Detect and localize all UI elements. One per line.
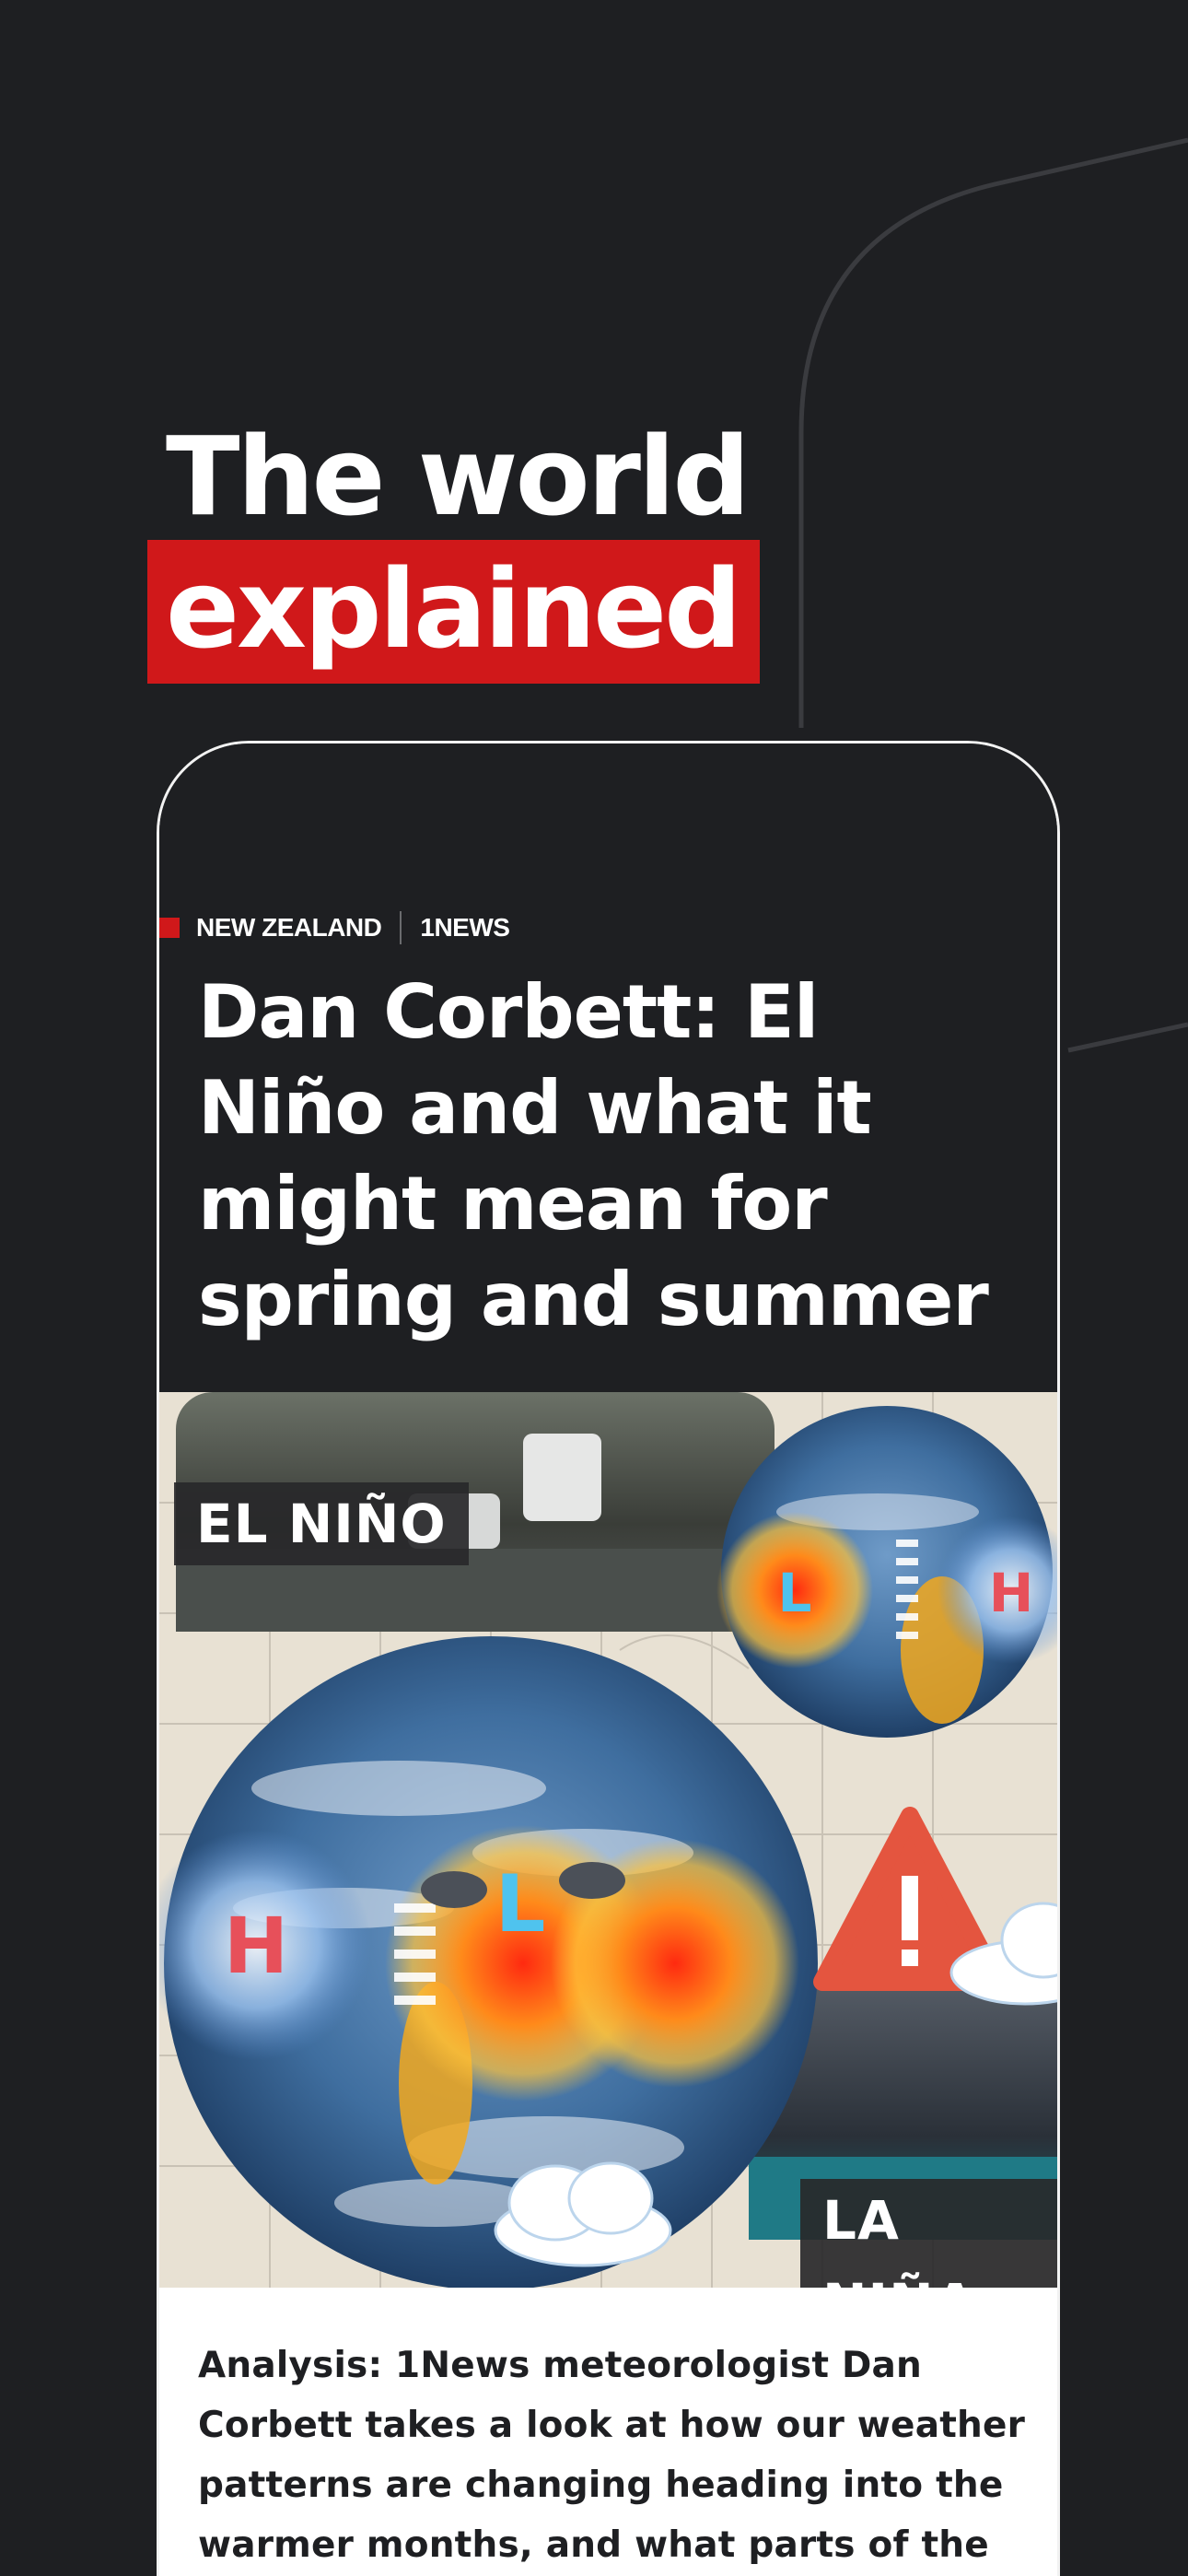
article-header: NEW ZEALAND 1NEWS Dan Corbett: El Niño a… xyxy=(159,744,1057,1392)
promo-headline: The world explained xyxy=(147,416,760,684)
article-hero-image[interactable]: H L L H EL NIÑO LA xyxy=(159,1392,1057,2345)
headline-line-1: The world xyxy=(166,413,751,540)
article-summary: Analysis: 1News meteorologist Dan Corbet… xyxy=(198,2345,1026,2566)
headline-line-2-highlight: explained xyxy=(147,540,760,684)
article-summary-area: Analysis: 1News meteorologist Dan Corbet… xyxy=(159,2288,1057,2576)
cloud-icon xyxy=(494,2161,672,2267)
article-tagline: NEW ZEALAND 1NEWS xyxy=(159,909,510,946)
source-label: 1NEWS xyxy=(420,913,510,942)
high-pressure-symbol: H xyxy=(224,1901,288,1991)
svg-text:L: L xyxy=(778,1562,812,1624)
svg-text:H: H xyxy=(989,1562,1034,1624)
phone-frame: NEW ZEALAND 1NEWS Dan Corbett: El Niño a… xyxy=(157,741,1060,2576)
article-title: Dan Corbett: El Niño and what it might m… xyxy=(198,969,989,1342)
el-nino-label: EL NIÑO xyxy=(174,1482,469,1565)
category-link[interactable]: NEW ZEALAND xyxy=(196,913,382,943)
tagline-divider xyxy=(400,911,402,944)
low-pressure-symbol: L xyxy=(495,1858,546,1950)
category-marker xyxy=(159,918,180,938)
